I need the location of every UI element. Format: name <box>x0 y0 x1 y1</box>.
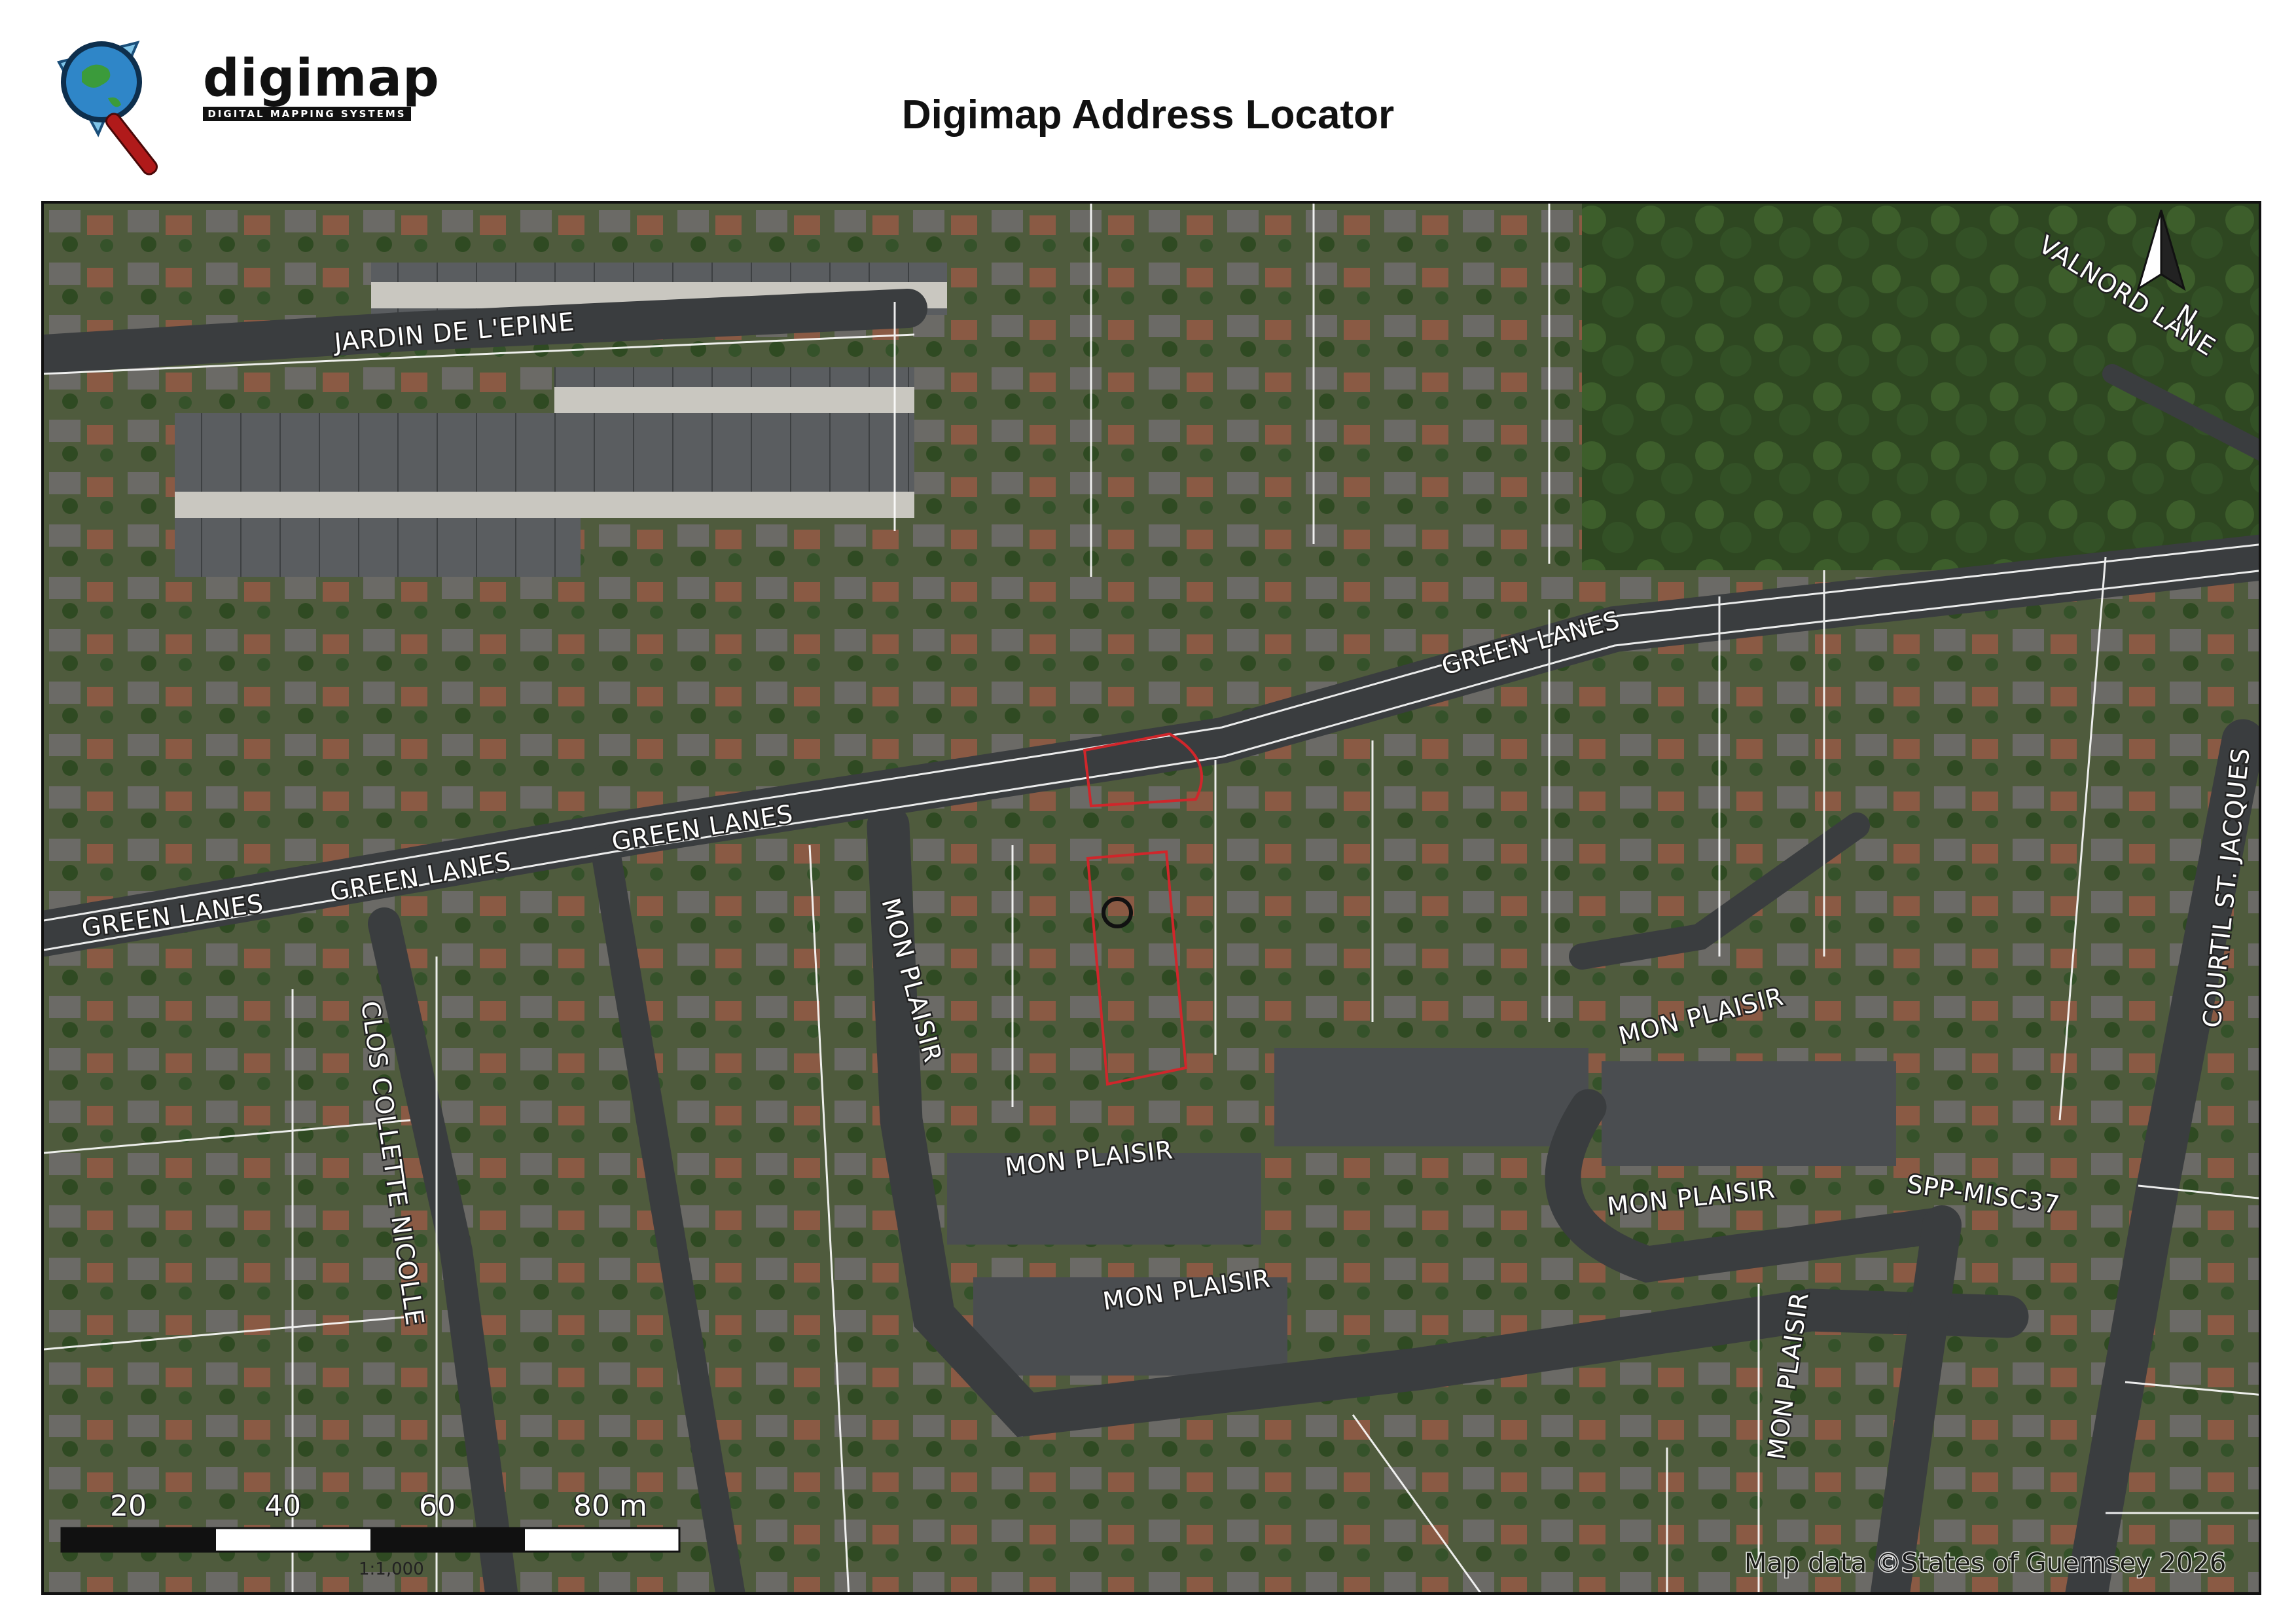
page-title: Digimap Address Locator <box>901 92 1395 137</box>
flat-block-2 <box>1274 1048 1588 1146</box>
scale-label-80m: 80 m <box>573 1489 647 1523</box>
aerial-map[interactable]: JARDIN DE L'EPINE VALNORD LANE GREEN LAN… <box>44 204 2261 1595</box>
scale-label-40: 40 <box>264 1489 301 1523</box>
scale-ratio: 1:1,000 <box>359 1559 424 1579</box>
terrace-block-east <box>554 367 914 518</box>
map-attribution: Map data ©States of Guernsey 2026 <box>1744 1548 2226 1578</box>
map-frame[interactable]: JARDIN DE L'EPINE VALNORD LANE GREEN LAN… <box>41 201 2261 1595</box>
terrace-block-west <box>175 413 581 577</box>
scale-label-60: 60 <box>419 1489 456 1523</box>
flat-block-3 <box>1602 1061 1896 1166</box>
scale-label-20: 20 <box>110 1489 147 1523</box>
